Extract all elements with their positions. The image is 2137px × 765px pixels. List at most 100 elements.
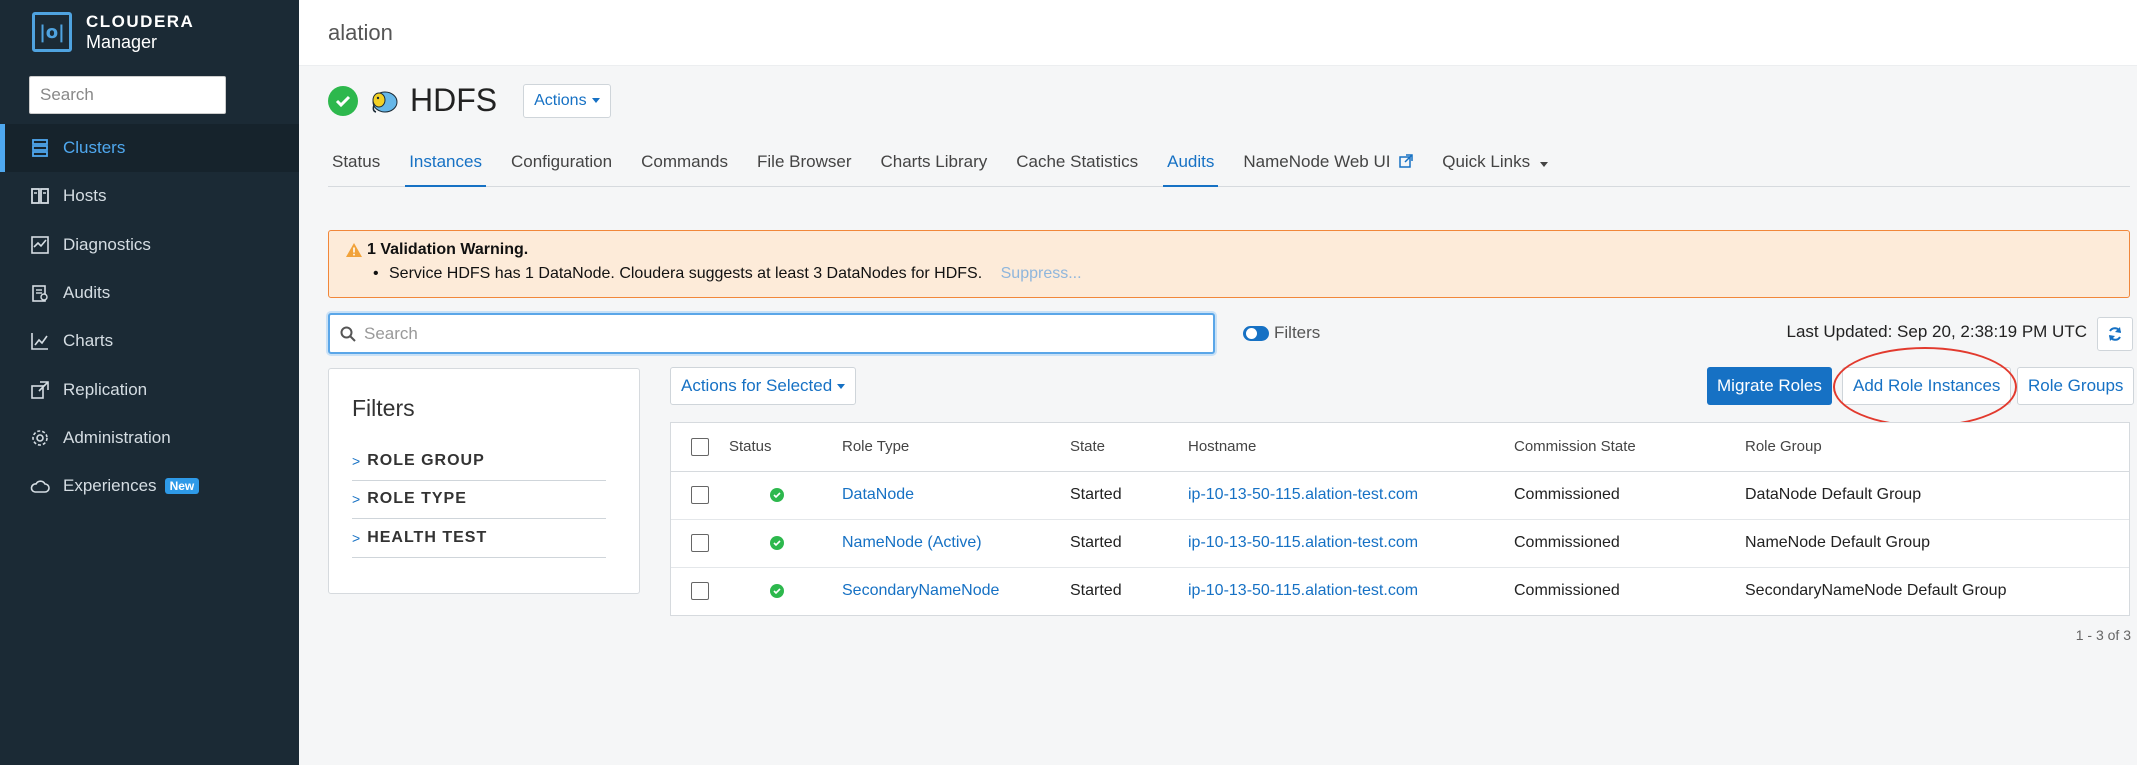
sidebar-item-experiences[interactable]: Experiences New — [0, 462, 299, 510]
sidebar-item-clusters[interactable]: Clusters — [0, 124, 299, 173]
instances-search — [328, 313, 1215, 354]
tab-commands[interactable]: Commands — [637, 146, 732, 187]
sidebar-item-label: Administration — [63, 427, 171, 447]
column-header-state[interactable]: State — [1070, 423, 1188, 472]
role-groups-button[interactable]: Role Groups — [2017, 367, 2135, 405]
sidebar-item-replication[interactable]: Replication — [0, 365, 299, 413]
filters-title: Filters — [352, 395, 415, 421]
toggle-switch-icon — [1243, 325, 1269, 341]
role-group-cell: NameNode Default Group — [1745, 519, 2129, 568]
actions-for-selected-button[interactable]: Actions for Selected — [670, 367, 857, 405]
column-header-role-type[interactable]: Role Type — [842, 423, 1070, 472]
status-ok-icon — [770, 536, 784, 550]
service-actions-button[interactable]: Actions — [523, 83, 611, 118]
suppress-link[interactable]: Suppress... — [1001, 265, 1082, 282]
tab-instances[interactable]: Instances — [405, 146, 486, 187]
table-header-row: Status Role Type State Hostname Commissi… — [671, 423, 2129, 472]
tab-cache-statistics[interactable]: Cache Statistics — [1012, 146, 1142, 187]
filter-role-group[interactable]: > ROLE GROUP — [352, 442, 606, 481]
commission-state-cell: Commissioned — [1514, 519, 1745, 568]
tab-charts-library[interactable]: Charts Library — [876, 146, 991, 187]
hdfs-elephant-icon — [372, 91, 398, 113]
table-row: DataNode Started ip-10-13-50-115.alation… — [671, 471, 2129, 520]
refresh-button[interactable] — [2097, 317, 2133, 351]
audits-icon — [30, 283, 50, 303]
tab-quick-links[interactable]: Quick Links — [1438, 146, 1552, 187]
brand-subtitle: Manager — [86, 32, 158, 52]
column-header-status[interactable]: Status — [729, 423, 842, 472]
tab-configuration[interactable]: Configuration — [507, 146, 616, 187]
cloudera-logo-icon: |o| — [32, 12, 72, 52]
sidebar-item-audits[interactable]: Audits — [0, 269, 299, 317]
service-tabs: Status Instances Configuration Commands … — [328, 146, 2130, 187]
tab-audits[interactable]: Audits — [1163, 146, 1219, 187]
filter-health-test[interactable]: > HEALTH TEST — [352, 519, 606, 558]
chevron-down-icon — [837, 383, 846, 389]
warning-message: Service HDFS has 1 DataNode. Cloudera su… — [389, 265, 983, 282]
sidebar-item-administration[interactable]: Administration — [0, 414, 299, 462]
sidebar-item-label: Charts — [63, 331, 114, 351]
sidebar-item-hosts[interactable]: Hosts — [0, 172, 299, 220]
cloudera-logo[interactable]: |o| CLOUDERA Manager — [32, 12, 194, 52]
column-header-hostname[interactable]: Hostname — [1188, 423, 1514, 472]
tab-label: Quick Links — [1442, 152, 1531, 171]
sidebar-search-input[interactable] — [29, 76, 226, 114]
filters-toggle[interactable]: Filters — [1243, 323, 1320, 343]
sidebar-item-diagnostics[interactable]: Diagnostics — [0, 221, 299, 269]
row-checkbox[interactable] — [691, 485, 709, 504]
add-role-instances-button[interactable]: Add Role Instances — [1842, 367, 2012, 405]
hostname-link[interactable]: ip-10-13-50-115.alation-test.com — [1188, 471, 1514, 520]
sidebar-item-label: Audits — [63, 283, 111, 303]
table-row: SecondaryNameNode Started ip-10-13-50-11… — [671, 567, 2129, 615]
last-updated: Last Updated: Sep 20, 2:38:19 PM UTC — [1786, 322, 2087, 341]
filter-role-type[interactable]: > ROLE TYPE — [352, 481, 606, 519]
tab-namenode-web-ui[interactable]: NameNode Web UI — [1239, 146, 1417, 187]
sidebar-nav: Clusters Hosts Diagnostics Audits Charts… — [0, 124, 299, 510]
filter-label: ROLE GROUP — [367, 451, 485, 469]
sidebar-item-label: Diagnostics — [63, 234, 151, 254]
service-header: HDFS Actions — [328, 82, 611, 119]
filter-label: ROLE TYPE — [367, 490, 467, 508]
hosts-icon — [30, 186, 50, 206]
role-group-cell: DataNode Default Group — [1745, 471, 2129, 520]
state-cell: Started — [1070, 582, 1122, 600]
gear-icon — [30, 428, 50, 448]
tab-label: NameNode Web UI — [1243, 152, 1391, 171]
sidebar-item-label: Replication — [63, 379, 148, 399]
role-group-cell: SecondaryNameNode Default Group — [1745, 582, 2007, 600]
chevron-right-icon: > — [352, 452, 362, 469]
cluster-name[interactable]: alation — [328, 20, 393, 46]
commission-state-cell: Commissioned — [1514, 471, 1745, 520]
state-cell: Started — [1070, 519, 1188, 568]
role-type-link[interactable]: NameNode (Active) — [842, 519, 1070, 568]
row-checkbox[interactable] — [691, 582, 709, 601]
tab-status[interactable]: Status — [328, 146, 384, 187]
row-checkbox[interactable] — [691, 533, 709, 552]
filters-panel: Filters > ROLE GROUP > ROLE TYPE > HEALT… — [328, 368, 640, 594]
column-header-commission-state[interactable]: Commission State — [1514, 423, 1745, 472]
commission-state-cell: Commissioned — [1514, 582, 1620, 600]
state-cell: Started — [1070, 471, 1188, 520]
sidebar-item-charts[interactable]: Charts — [0, 317, 299, 365]
search-icon — [340, 326, 356, 342]
sidebar-item-label: Experiences — [63, 476, 157, 496]
column-header-role-group[interactable]: Role Group — [1745, 423, 2129, 472]
tab-file-browser[interactable]: File Browser — [753, 146, 855, 187]
migrate-roles-button[interactable]: Migrate Roles — [1707, 367, 1832, 405]
role-type-link[interactable]: SecondaryNameNode — [842, 567, 1070, 615]
validation-warning: 1 Validation Warning. Service HDFS has 1… — [328, 230, 2130, 298]
warning-title: 1 Validation Warning. — [367, 241, 529, 258]
hostname-link[interactable]: ip-10-13-50-115.alation-test.com — [1188, 567, 1514, 615]
charts-icon — [30, 331, 50, 351]
status-ok-icon — [770, 488, 784, 502]
new-badge: New — [164, 478, 200, 495]
select-all-checkbox[interactable] — [691, 437, 709, 456]
role-type-link[interactable]: DataNode — [842, 471, 1070, 520]
search-input[interactable] — [364, 323, 1184, 344]
clusters-icon — [30, 138, 50, 158]
filters-toggle-label: Filters — [1274, 323, 1321, 342]
top-bar: alation — [299, 0, 2137, 66]
instances-table: Status Role Type State Hostname Commissi… — [670, 422, 2130, 616]
filter-label: HEALTH TEST — [367, 528, 488, 546]
hostname-link[interactable]: ip-10-13-50-115.alation-test.com — [1188, 519, 1514, 568]
